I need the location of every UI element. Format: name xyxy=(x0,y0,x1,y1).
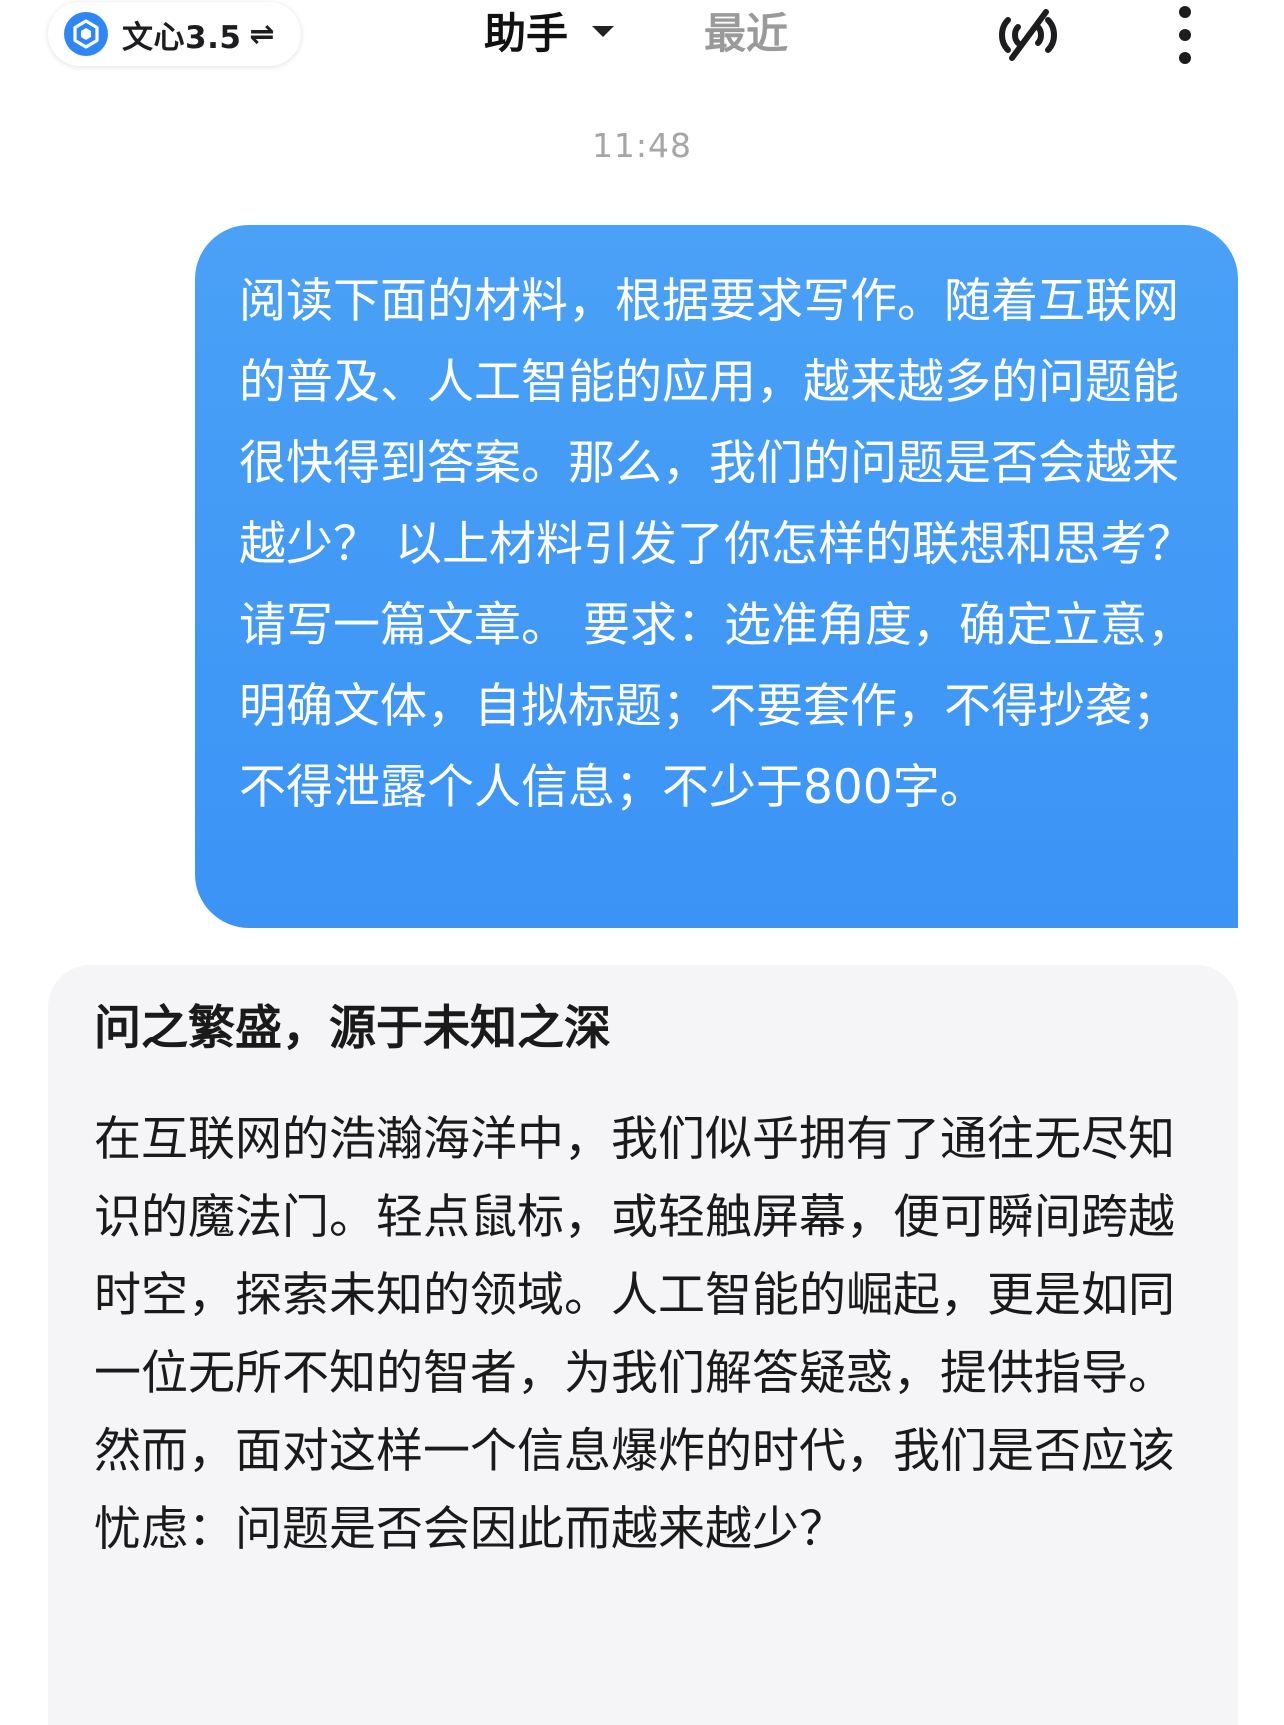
user-message-bubble[interactable]: 阅读下面的材料，根据要求写作。随着互联网的普及、人工智能的应用，越来越多的问题能… xyxy=(195,225,1238,928)
top-bar: 文心3.5 ⇌ 助手 最近 xyxy=(0,0,1284,70)
more-vertical-icon-dot xyxy=(1179,29,1191,41)
assistant-answer-card[interactable]: 问之繁盛，源于未知之深 在互联网的浩瀚海洋中，我们似乎拥有了通往无尽知识的魔法门… xyxy=(48,965,1238,1725)
more-options-button[interactable] xyxy=(1166,0,1206,70)
message-timestamp: 11:48 xyxy=(591,126,693,165)
more-vertical-icon xyxy=(1179,6,1191,18)
model-switcher-button[interactable]: 文心3.5 ⇌ xyxy=(48,2,301,66)
dropdown-arrow-icon[interactable] xyxy=(592,26,614,37)
tab-assistant[interactable]: 助手 xyxy=(484,6,568,62)
model-name-label: 文心3.5 xyxy=(122,19,242,56)
swap-icon: ⇌ xyxy=(249,16,275,52)
answer-paragraph: 在互联网的浩瀚海洋中，我们似乎拥有了通往无尽知识的魔法门。轻点鼠标，或轻触屏幕，… xyxy=(94,1112,1175,1557)
voice-muted-icon xyxy=(999,9,1057,61)
voice-muted-button[interactable] xyxy=(990,0,1066,70)
answer-title: 问之繁盛，源于未知之深 xyxy=(94,1001,611,1056)
tab-recent[interactable]: 最近 xyxy=(704,6,788,62)
model-logo-icon xyxy=(64,12,108,56)
more-vertical-icon-dot xyxy=(1179,52,1191,64)
